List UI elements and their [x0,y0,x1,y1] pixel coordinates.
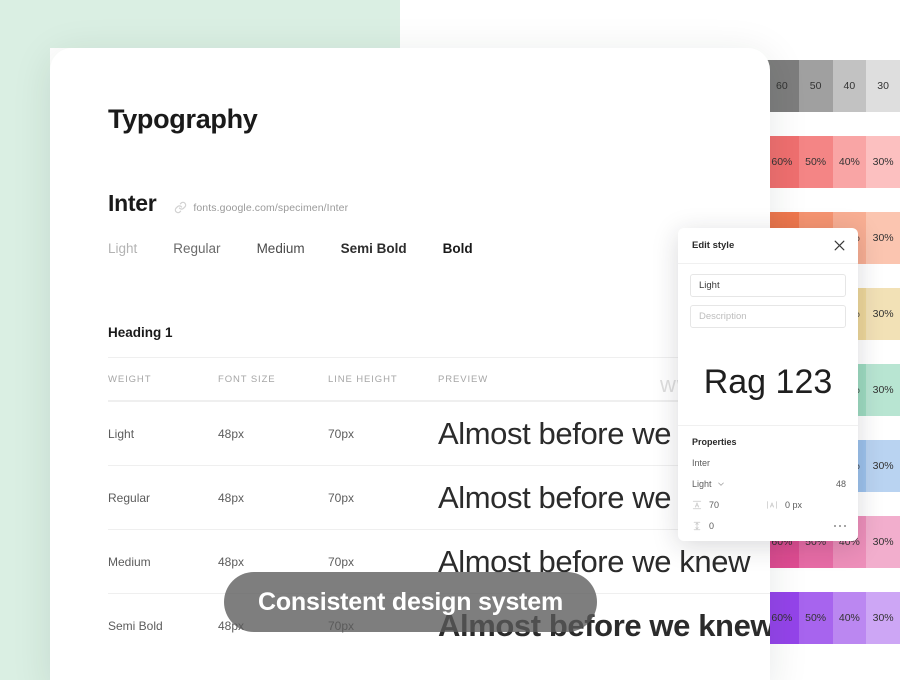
style-preview-area: Rag 123 [678,340,858,426]
color-swatch[interactable]: 30% [866,288,900,340]
property-weight-value: Light [692,479,712,489]
row-font-size: 48px [218,555,328,569]
row-weight: Semi Bold [108,619,218,633]
edit-style-panel-title: Edit style [692,240,734,251]
font-source-link[interactable]: fonts.google.com/specimen/Inter [174,201,348,214]
property-font-family: Inter [692,458,846,468]
row-weight: Regular [108,491,218,505]
weight-chip-regular[interactable]: Regular [173,241,220,256]
properties-label: Properties [692,437,846,447]
color-swatch[interactable]: 30% [866,136,900,188]
color-swatch[interactable]: 50% [799,592,833,644]
letter-spacing-icon [766,500,778,510]
color-swatch[interactable]: 30% [866,592,900,644]
color-swatch[interactable]: 60 [765,60,799,112]
row-line-height: 70px [328,427,438,441]
edit-style-panel: Edit style Rag 123 Properties Inter Ligh… [678,228,858,541]
color-swatch[interactable]: 30% [866,440,900,492]
chevron-down-icon [717,480,725,488]
color-swatch[interactable]: 60% [765,136,799,188]
table-row[interactable]: Regular48px70pxAlmost before we knew [108,465,770,529]
font-source-url: fonts.google.com/specimen/Inter [193,202,348,214]
row-font-size: 48px [218,491,328,505]
properties-section: Properties Inter Light 48 70 [678,426,858,541]
row-line-height: 70px [328,491,438,505]
weight-chip-bold[interactable]: Bold [443,241,473,256]
caption-pill: Consistent design system [224,572,597,632]
property-letter-spacing[interactable]: 0 px [766,500,802,510]
color-swatch-row: 60%50%40%30% [765,136,900,188]
row-weight: Light [108,427,218,441]
close-icon[interactable] [833,239,846,252]
color-swatch-row: 60%50%40%30% [765,592,900,644]
table-row[interactable]: Light48px70pxAlmost before we knew [108,401,770,465]
property-paragraph-spacing-value: 0 [709,521,714,531]
column-header-line-height: LINE HEIGHT [328,374,438,385]
row-line-height: 70px [328,555,438,569]
background-mint-strip [0,0,50,680]
color-swatch[interactable]: 40% [833,592,867,644]
color-swatch[interactable]: 50 [799,60,833,112]
paragraph-spacing-icon [692,521,702,531]
weight-chip-semi-bold[interactable]: Semi Bold [341,241,407,256]
property-line-height[interactable]: 70 [692,500,766,510]
color-swatch[interactable]: 40 [833,60,867,112]
column-header-font-size: FONT SIZE [218,374,328,385]
property-spacing-row-2: 0 [692,521,846,531]
property-letter-spacing-value: 0 px [785,500,802,510]
property-weight-select[interactable]: Light [692,479,725,489]
color-swatch[interactable]: 30% [866,364,900,416]
table-header-row: WEIGHT FONT SIZE LINE HEIGHT PREVIEW [108,357,770,401]
row-weight: Medium [108,555,218,569]
row-font-size: 48px [218,427,328,441]
property-spacing-row-1: 70 0 px [692,500,846,510]
property-line-height-value: 70 [709,500,719,510]
style-preview-text: Rag 123 [704,363,833,402]
color-swatch-row: 60504030 [765,60,900,112]
font-family-name: Inter [108,190,156,217]
page-title: Typography [108,104,770,135]
edit-style-panel-fields [678,264,858,340]
more-options-icon[interactable] [834,525,847,528]
caption-text: Consistent design system [258,588,563,617]
property-font-size-value[interactable]: 48 [836,479,846,489]
color-swatch[interactable]: 40% [833,136,867,188]
edit-style-panel-header: Edit style [678,228,858,264]
section-title-heading-1: Heading 1 [108,325,770,340]
weight-chip-medium[interactable]: Medium [257,241,305,256]
style-name-input[interactable] [690,274,846,297]
screenshot-root: 6050403060%50%40%30%60%50%40%30%60%50%40… [0,0,900,680]
color-swatch[interactable]: 30% [866,516,900,568]
column-header-weight: WEIGHT [108,374,218,385]
line-height-icon [692,500,702,510]
color-swatch[interactable]: 50% [799,136,833,188]
property-weight-size-row: Light 48 [692,479,846,489]
weight-chip-list: Light Regular Medium Semi Bold Bold [108,241,770,256]
color-swatch[interactable]: 30 [866,60,900,112]
color-swatch[interactable]: 60% [765,592,799,644]
link-icon [174,201,187,214]
color-swatch[interactable]: 30% [866,212,900,264]
style-description-input[interactable] [690,305,846,328]
font-family-block: Inter fonts.google.com/specimen/Inter [108,190,770,217]
weight-chip-light[interactable]: Light [108,241,137,256]
property-paragraph-spacing[interactable]: 0 [692,521,766,531]
background-mint-block [0,0,400,48]
